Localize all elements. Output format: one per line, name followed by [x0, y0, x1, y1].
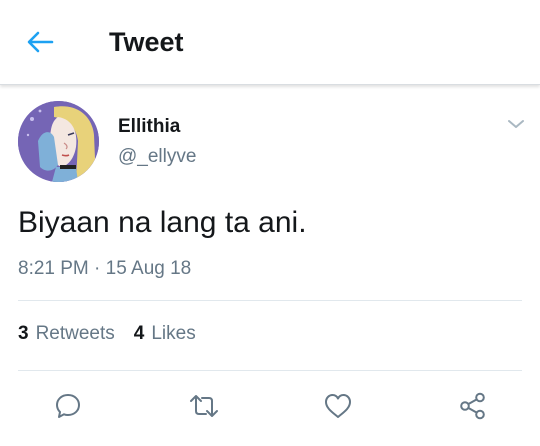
user-handle[interactable]: @_ellyve — [118, 146, 196, 168]
chevron-down-icon — [508, 120, 524, 128]
back-button[interactable] — [22, 26, 58, 58]
likes-stat[interactable]: 4 Likes — [134, 323, 196, 345]
retweet-icon — [190, 395, 218, 417]
reply-button[interactable] — [52, 390, 84, 422]
retweets-stat[interactable]: 3 Retweets — [18, 323, 115, 345]
tweet-time: 8:21 PM — [18, 258, 89, 279]
retweets-label: Retweets — [35, 323, 115, 344]
divider — [18, 370, 522, 371]
tweet-menu-button[interactable] — [504, 114, 528, 134]
retweet-button[interactable] — [188, 390, 220, 422]
like-button[interactable] — [322, 390, 354, 422]
share-button[interactable] — [457, 390, 489, 422]
reply-icon — [56, 394, 80, 418]
tweet-text: Biyaan na lang ta ani. — [18, 206, 307, 239]
likes-count: 4 — [133, 323, 145, 344]
display-name[interactable]: Ellithia — [118, 116, 180, 138]
divider — [18, 300, 522, 301]
avatar-image — [18, 101, 99, 182]
avatar[interactable] — [18, 101, 99, 182]
tweet-timestamp: 8:21 PM · 15 Aug 18 — [18, 258, 191, 280]
arrow-left-icon — [27, 31, 54, 53]
retweets-count: 3 — [18, 323, 29, 344]
heart-icon — [325, 394, 351, 418]
top-bar: Tweet — [0, 0, 540, 85]
tweet-date: 15 Aug 18 — [105, 258, 192, 279]
share-icon — [460, 392, 485, 420]
tweet-stats: 3 Retweets 4 Likes — [18, 323, 215, 345]
timestamp-separator: · — [88, 258, 106, 279]
likes-label: Likes — [151, 323, 196, 344]
page-title: Tweet — [109, 27, 184, 57]
